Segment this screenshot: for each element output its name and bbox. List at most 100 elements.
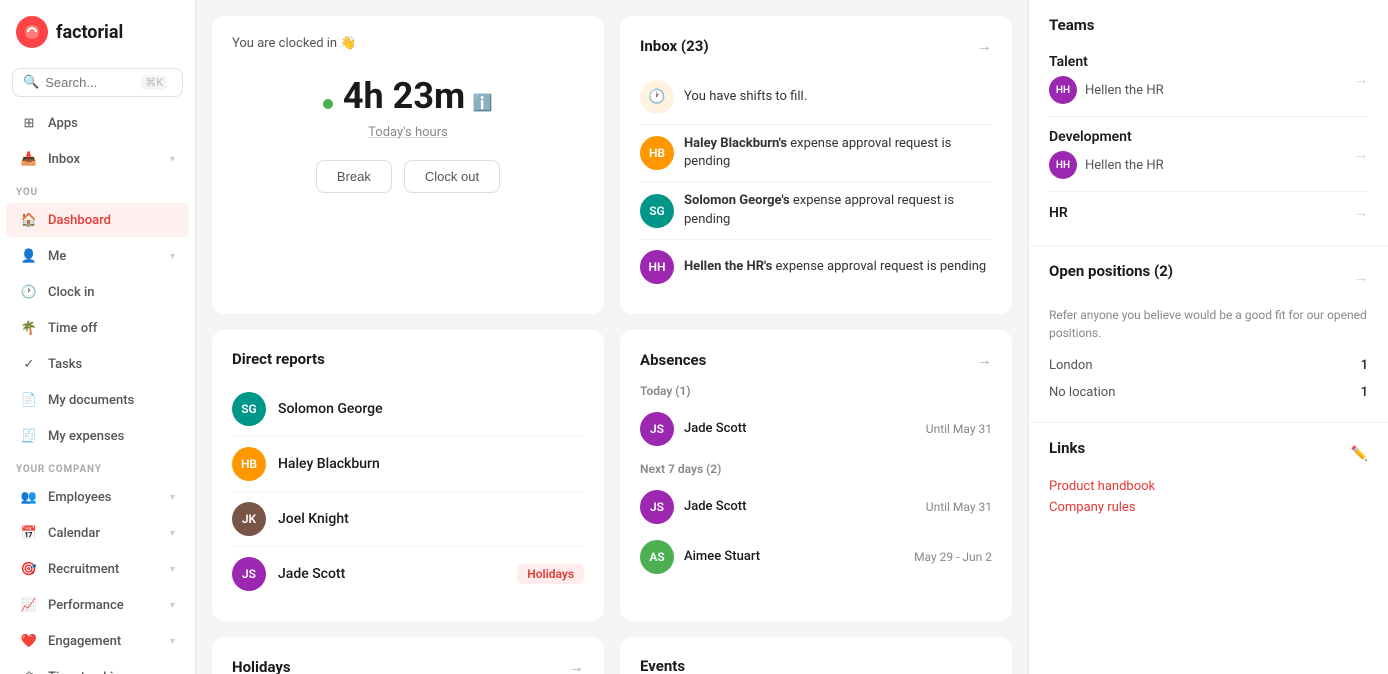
events-header: Events xyxy=(640,657,992,674)
avatar-hellen-dev: HH xyxy=(1049,151,1077,179)
open-positions-arrow-icon[interactable]: → xyxy=(1354,269,1368,286)
search-input[interactable] xyxy=(45,75,135,90)
sidebar-item-my-expenses[interactable]: 🧾 My expenses xyxy=(6,419,189,453)
people-icon: 👥 xyxy=(20,488,38,506)
report-item-haley[interactable]: HB Haley Blackburn xyxy=(232,437,584,492)
report-name: Haley Blackburn xyxy=(278,456,380,472)
sidebar-item-my-documents[interactable]: 📄 My documents xyxy=(6,383,189,417)
main-content: You are clocked in 👋 4h 23m ℹ️ Today's h… xyxy=(196,0,1388,674)
absence-item-aimee[interactable]: AS Aimee Stuart May 29 - Jun 2 xyxy=(640,532,992,582)
chevron-down-icon: ▾ xyxy=(170,492,175,503)
position-london: London 1 xyxy=(1049,352,1368,379)
sidebar-item-label: Me xyxy=(48,249,66,264)
clock-icon: 🕐 xyxy=(20,283,38,301)
report-name: Joel Knight xyxy=(278,511,349,527)
sidebar-item-inbox[interactable]: 📥 Inbox ▾ xyxy=(6,142,189,176)
report-name: Solomon George xyxy=(278,401,383,417)
team-item-development[interactable]: Development HH Hellen the HR → xyxy=(1049,121,1368,187)
report-item-jade[interactable]: JS Jade Scott Holidays xyxy=(232,547,584,601)
absences-card: Absences → Today (1) JS Jade Scott Until… xyxy=(620,330,1012,621)
edit-icon[interactable]: ✏️ xyxy=(1351,446,1368,462)
sidebar-item-time-tracking[interactable]: ⏱ Time tracking xyxy=(6,660,189,674)
clock-label: Today's hours xyxy=(232,125,584,140)
team-sub-development: HH Hellen the HR xyxy=(1049,151,1164,179)
clockout-button[interactable]: Clock out xyxy=(404,160,500,193)
links-title: Links xyxy=(1049,439,1085,457)
sidebar-item-engagement[interactable]: ❤️ Engagement ▾ xyxy=(6,624,189,658)
you-section-label: YOU xyxy=(0,177,195,202)
sidebar-item-me[interactable]: 👤 Me ▾ xyxy=(6,239,189,273)
sidebar-item-label: My expenses xyxy=(48,429,124,444)
inbox-item-shifts[interactable]: 🕐 You have shifts to fill. xyxy=(640,70,992,125)
chevron-down-icon: ▾ xyxy=(170,564,175,575)
team-arrow-icon: → xyxy=(1354,71,1368,88)
inbox-item-solomon[interactable]: SG Solomon George's expense approval req… xyxy=(640,182,992,239)
sidebar-item-label: Engagement xyxy=(48,634,121,649)
sidebar-item-employees[interactable]: 👥 Employees ▾ xyxy=(6,480,189,514)
calendar-icon: 📅 xyxy=(20,524,38,542)
right-panel: Teams Talent HH Hellen the HR → Developm… xyxy=(1028,0,1388,674)
team-arrow-icon: → xyxy=(1354,146,1368,163)
sidebar-item-apps[interactable]: ⊞ Apps xyxy=(6,106,189,140)
absence-date: Until May 31 xyxy=(926,500,992,514)
chevron-down-icon: ▾ xyxy=(170,154,175,165)
team-arrow-icon: → xyxy=(1354,204,1368,221)
team-name-talent: Talent xyxy=(1049,54,1164,70)
absences-arrow-icon[interactable]: → xyxy=(976,350,992,370)
sidebar-item-dashboard[interactable]: 🏠 Dashboard xyxy=(6,203,189,237)
absence-item-jade-next[interactable]: JS Jade Scott Until May 31 xyxy=(640,482,992,532)
sidebar-item-time-off[interactable]: 🌴 Time off xyxy=(6,311,189,345)
dashboard-icon: 🏠 xyxy=(20,211,38,229)
team-name-hr: HR xyxy=(1049,205,1068,221)
sidebar-item-clock-in[interactable]: 🕐 Clock in xyxy=(6,275,189,309)
chevron-down-icon: ▾ xyxy=(170,636,175,647)
avatar-hellen-talent: HH xyxy=(1049,76,1077,104)
sidebar-item-label: My documents xyxy=(48,393,134,408)
report-item-solomon[interactable]: SG Solomon George xyxy=(232,382,584,437)
absence-name: Jade Scott xyxy=(684,499,916,514)
sidebar-item-calendar[interactable]: 📅 Calendar ▾ xyxy=(6,516,189,550)
sidebar-item-label: Calendar xyxy=(48,526,100,541)
chevron-down-icon: ▾ xyxy=(170,251,175,262)
logo: factorial xyxy=(0,0,195,60)
absence-date: Until May 31 xyxy=(926,422,992,436)
team-item-talent[interactable]: Talent HH Hellen the HR → xyxy=(1049,46,1368,112)
tasks-icon: ✓ xyxy=(20,355,38,373)
receipt-icon: 🧾 xyxy=(20,427,38,445)
absence-item-jade-today[interactable]: JS Jade Scott Until May 31 xyxy=(640,404,992,454)
report-item-joel[interactable]: JK Joel Knight xyxy=(232,492,584,547)
sidebar-item-tasks[interactable]: ✓ Tasks xyxy=(6,347,189,381)
link-product-handbook[interactable]: Product handbook xyxy=(1049,479,1368,494)
sidebar-item-label: Performance xyxy=(48,598,124,613)
inbox-item-text: Haley Blackburn's expense approval reque… xyxy=(684,135,992,171)
sidebar-item-label: Time off xyxy=(48,321,97,336)
inbox-item-hellen[interactable]: HH Hellen the HR's expense approval requ… xyxy=(640,240,992,294)
sidebar-item-performance[interactable]: 📈 Performance ▾ xyxy=(6,588,189,622)
link-company-rules[interactable]: Company rules xyxy=(1049,500,1368,515)
break-button[interactable]: Break xyxy=(316,160,392,193)
logo-text: factorial xyxy=(56,22,123,43)
avatar-solomon: SG xyxy=(640,194,674,228)
clockin-status: You are clocked in 👋 xyxy=(232,36,584,51)
absence-name: Aimee Stuart xyxy=(684,549,904,564)
sidebar-item-label: Recruitment xyxy=(48,562,119,577)
sidebar-item-recruitment[interactable]: 🎯 Recruitment ▾ xyxy=(6,552,189,586)
today-section-label: Today (1) xyxy=(640,384,992,398)
links-header: Links ✏️ xyxy=(1049,439,1368,469)
inbox-item-haley[interactable]: HB Haley Blackburn's expense approval re… xyxy=(640,125,992,182)
holidays-arrow-icon[interactable]: → xyxy=(568,657,584,674)
search-icon: 🔍 xyxy=(23,75,39,90)
open-positions-header: Open positions (2) → xyxy=(1049,262,1368,292)
inbox-arrow-icon[interactable]: → xyxy=(976,36,992,56)
inbox-item-text: You have shifts to fill. xyxy=(684,88,807,106)
divider xyxy=(1049,191,1368,192)
divider xyxy=(1049,116,1368,117)
team-manager-name: Hellen the HR xyxy=(1085,158,1164,173)
chart-icon: 📈 xyxy=(20,596,38,614)
report-name: Jade Scott xyxy=(278,566,345,582)
team-item-hr[interactable]: HR → xyxy=(1049,196,1368,229)
sidebar-item-label: Dashboard xyxy=(48,213,111,228)
inbox-item-rest: expense approval request is pending xyxy=(772,259,986,274)
avatar-haley-report: HB xyxy=(232,447,266,481)
search-bar[interactable]: 🔍 ⌘K xyxy=(12,68,183,97)
